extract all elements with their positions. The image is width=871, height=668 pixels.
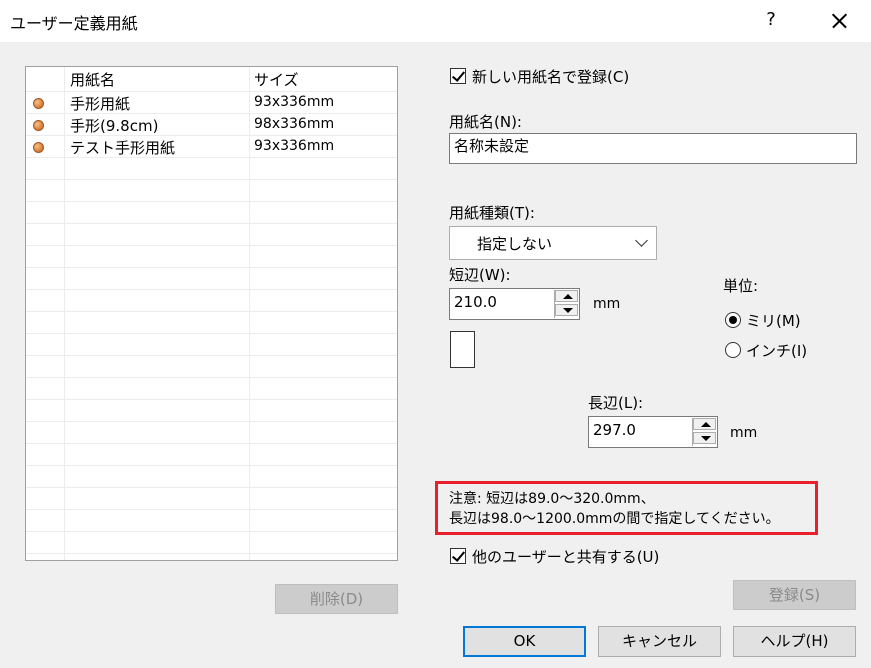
help-title-button[interactable]: ? <box>757 6 785 34</box>
window-title: ユーザー定義用紙 <box>10 14 138 33</box>
column-header-name[interactable]: 用紙名 <box>70 69 115 90</box>
help-button[interactable]: ヘルプ(H) <box>733 626 856 657</box>
short-edge-label: 短辺(W): <box>449 266 511 284</box>
list-item-name: テスト手形用紙 <box>70 139 176 157</box>
unit-mm-label[interactable]: ミリ(M) <box>746 310 801 331</box>
notice-line-1: 注意: 短辺は89.0～320.0mm、 <box>449 491 655 507</box>
spin-up-icon[interactable] <box>555 290 578 302</box>
long-edge-spinner[interactable] <box>692 418 716 446</box>
list-item-size: 93x336mm <box>254 94 335 110</box>
notice-line-2: 長辺は98.0～1200.0mmの間で指定してください。 <box>449 511 780 527</box>
share-checkbox[interactable] <box>450 548 466 564</box>
paper-name-label: 用紙名(N): <box>449 113 522 131</box>
paper-type-label: 用紙種類(T): <box>449 204 535 222</box>
paper-type-value: 指定しない <box>477 235 553 253</box>
unit-inch-label[interactable]: インチ(I) <box>746 340 807 361</box>
unit-mm-radio[interactable] <box>725 312 741 328</box>
share-label[interactable]: 他のユーザーと共有する(U) <box>472 546 659 567</box>
new-name-label[interactable]: 新しい用紙名で登録(C) <box>472 66 629 87</box>
short-edge-unit: mm <box>593 296 621 312</box>
new-name-checkbox[interactable] <box>450 68 466 84</box>
list-item-name: 手形用紙 <box>70 95 131 113</box>
spin-down-icon[interactable] <box>555 304 578 316</box>
list-item-name: 手形(9.8cm) <box>70 117 159 135</box>
delete-button[interactable]: 削除(D) <box>275 584 398 614</box>
long-edge-value: 297.0 <box>593 421 636 439</box>
orientation-preview <box>450 331 475 368</box>
spin-up-icon[interactable] <box>693 418 716 430</box>
column-header-size[interactable]: サイズ <box>254 69 299 90</box>
paper-list[interactable]: 用紙名 サイズ 手形用紙 93x336mm 手形(9.8cm) 98x336mm… <box>25 66 398 561</box>
register-button[interactable]: 登録(S) <box>733 580 856 610</box>
list-item-size: 98x336mm <box>254 116 335 132</box>
list-item-size: 93x336mm <box>254 138 335 154</box>
cancel-button[interactable]: キャンセル <box>598 626 721 657</box>
paper-dot-icon <box>33 98 44 109</box>
spin-down-icon[interactable] <box>693 432 716 444</box>
unit-label: 単位: <box>723 277 759 295</box>
long-edge-label: 長辺(L): <box>588 394 644 412</box>
paper-type-select[interactable]: 指定しない <box>449 226 657 260</box>
unit-inch-radio[interactable] <box>725 342 741 358</box>
chevron-down-icon <box>635 234 648 247</box>
paper-dot-icon <box>33 142 44 153</box>
long-edge-unit: mm <box>730 425 758 441</box>
paper-dot-icon <box>33 120 44 131</box>
paper-name-input[interactable]: 名称未設定 <box>449 133 857 164</box>
short-edge-spinner[interactable] <box>554 290 578 318</box>
close-icon[interactable] <box>821 6 857 36</box>
ok-button[interactable]: OK <box>463 626 586 657</box>
short-edge-value: 210.0 <box>454 293 497 311</box>
